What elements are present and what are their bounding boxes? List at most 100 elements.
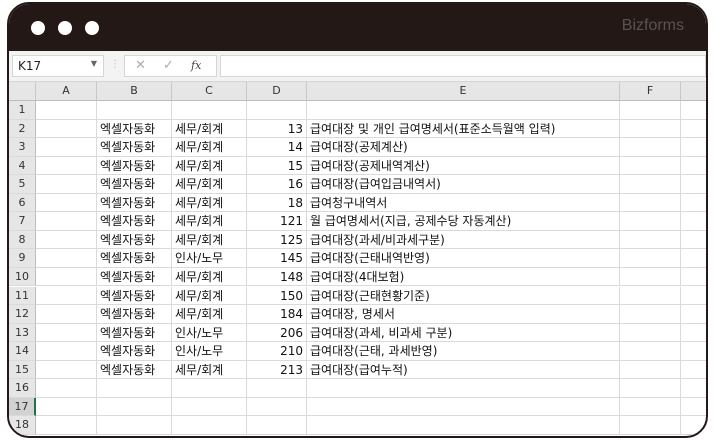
cell-d[interactable]: 213 <box>247 360 307 380</box>
cell-f[interactable] <box>620 101 681 120</box>
cell-c[interactable]: 세무/회계 <box>172 156 247 176</box>
cell-c[interactable]: 세무/회계 <box>172 212 247 231</box>
cell-a[interactable] <box>36 323 97 343</box>
column-header-A[interactable]: A <box>36 82 97 101</box>
cell-b[interactable] <box>97 416 172 435</box>
cell-d[interactable]: 16 <box>247 175 307 194</box>
cell-b[interactable]: 엑셀자동화 <box>97 249 172 268</box>
cell-c[interactable]: 세무/회계 <box>172 305 247 324</box>
cell-g[interactable] <box>681 324 706 343</box>
cell-e[interactable]: 급여대장(과세, 비과세 구분) <box>307 323 620 343</box>
cell-b[interactable]: 엑셀자동화 <box>97 342 172 361</box>
row-header[interactable]: 5 <box>9 175 36 194</box>
cell-c[interactable] <box>172 397 247 417</box>
cell-c[interactable]: 세무/회계 <box>172 267 247 287</box>
cell-b[interactable]: 엑셀자동화 <box>97 212 172 231</box>
cell-g[interactable] <box>681 305 706 324</box>
window-dot-icon[interactable] <box>31 21 45 35</box>
cell-c[interactable]: 세무/회계 <box>172 138 247 157</box>
column-header-C[interactable]: C <box>172 82 247 101</box>
cell-e[interactable]: 급여대장(4대보험) <box>307 267 620 287</box>
cell-e[interactable]: 급여대장(급여입금내역서) <box>307 175 620 194</box>
cell-a[interactable] <box>36 119 97 139</box>
cell-b[interactable]: 엑셀자동화 <box>97 267 172 287</box>
cell-f[interactable] <box>620 156 681 176</box>
window-dot-icon[interactable] <box>58 21 72 35</box>
cell-d[interactable]: 210 <box>247 342 307 361</box>
row-header[interactable]: 14 <box>9 342 36 361</box>
cell-b[interactable]: 엑셀자동화 <box>97 193 172 213</box>
row-header[interactable]: 4 <box>9 156 36 176</box>
row-header[interactable]: 11 <box>9 286 36 306</box>
cell-f[interactable] <box>620 267 681 287</box>
formula-input[interactable] <box>220 55 706 77</box>
cell-d[interactable] <box>247 416 307 435</box>
cell-e[interactable]: 급여청구내역서 <box>307 193 620 213</box>
window-dot-icon[interactable] <box>85 21 99 35</box>
cell-d[interactable]: 121 <box>247 212 307 231</box>
cell-e[interactable] <box>307 416 620 435</box>
cell-b[interactable]: 엑셀자동화 <box>97 138 172 157</box>
cell-a[interactable] <box>36 286 97 306</box>
row-header[interactable]: 2 <box>9 119 36 139</box>
cell-b[interactable]: 엑셀자동화 <box>97 323 172 343</box>
cell-e[interactable] <box>307 379 620 398</box>
cell-c[interactable]: 세무/회계 <box>172 193 247 213</box>
cell-g[interactable] <box>681 398 706 417</box>
cell-a[interactable] <box>36 138 97 157</box>
cell-g[interactable] <box>681 249 706 268</box>
cell-c[interactable]: 세무/회계 <box>172 286 247 306</box>
cell-e[interactable] <box>307 101 620 120</box>
cell-c[interactable]: 인사/노무 <box>172 342 247 361</box>
cell-a[interactable] <box>36 156 97 176</box>
row-header[interactable]: 8 <box>9 230 36 250</box>
cell-f[interactable] <box>620 212 681 231</box>
cell-b[interactable]: 엑셀자동화 <box>97 230 172 250</box>
cell-g[interactable] <box>681 342 706 361</box>
cell-f[interactable] <box>620 305 681 324</box>
cell-g[interactable] <box>681 175 706 194</box>
check-icon[interactable]: ✓ <box>163 58 174 73</box>
cell-c[interactable]: 세무/회계 <box>172 119 247 139</box>
cell-b[interactable]: 엑셀자동화 <box>97 360 172 380</box>
cell-g[interactable] <box>681 361 706 380</box>
row-header[interactable]: 13 <box>9 323 36 343</box>
cell-a[interactable] <box>36 212 97 231</box>
cell-f[interactable] <box>620 379 681 398</box>
cell-d[interactable] <box>247 101 307 120</box>
cell-g[interactable] <box>681 120 706 139</box>
cell-f[interactable] <box>620 286 681 306</box>
chevron-down-icon[interactable]: ▼ <box>91 59 97 68</box>
cell-f[interactable] <box>620 416 681 435</box>
cell-d[interactable]: 206 <box>247 323 307 343</box>
cell-g[interactable] <box>681 231 706 250</box>
cell-c[interactable]: 세무/회계 <box>172 360 247 380</box>
cell-d[interactable]: 18 <box>247 193 307 213</box>
row-header[interactable]: 15 <box>9 360 36 380</box>
row-header[interactable]: 7 <box>9 212 36 231</box>
cell-e[interactable]: 급여대장 및 개인 급여명세서(표준소득월액 입력) <box>307 119 620 139</box>
cell-g[interactable] <box>681 157 706 176</box>
column-header-B[interactable]: B <box>97 82 172 101</box>
cell-d[interactable] <box>247 397 307 417</box>
cell-d[interactable]: 150 <box>247 286 307 306</box>
cell-f[interactable] <box>620 175 681 194</box>
cell-e[interactable] <box>307 397 620 417</box>
cell-e[interactable]: 급여대장(근태내역반영) <box>307 249 620 268</box>
cell-d[interactable]: 14 <box>247 138 307 157</box>
cell-c[interactable]: 세무/회계 <box>172 230 247 250</box>
row-header[interactable]: 6 <box>9 193 36 213</box>
cell-f[interactable] <box>620 249 681 268</box>
cell-a[interactable] <box>36 175 97 194</box>
cell-a[interactable] <box>36 101 97 120</box>
cell-c[interactable] <box>172 101 247 120</box>
cell-g[interactable] <box>681 212 706 231</box>
row-header[interactable]: 3 <box>9 138 36 157</box>
cell-b[interactable]: 엑셀자동화 <box>97 156 172 176</box>
cell-a[interactable] <box>36 267 97 287</box>
cell-d[interactable]: 184 <box>247 305 307 324</box>
cell-a[interactable] <box>36 379 97 398</box>
row-header[interactable]: 1 <box>9 101 36 120</box>
row-header[interactable]: 10 <box>9 267 36 287</box>
cell-b[interactable]: 엑셀자동화 <box>97 286 172 306</box>
